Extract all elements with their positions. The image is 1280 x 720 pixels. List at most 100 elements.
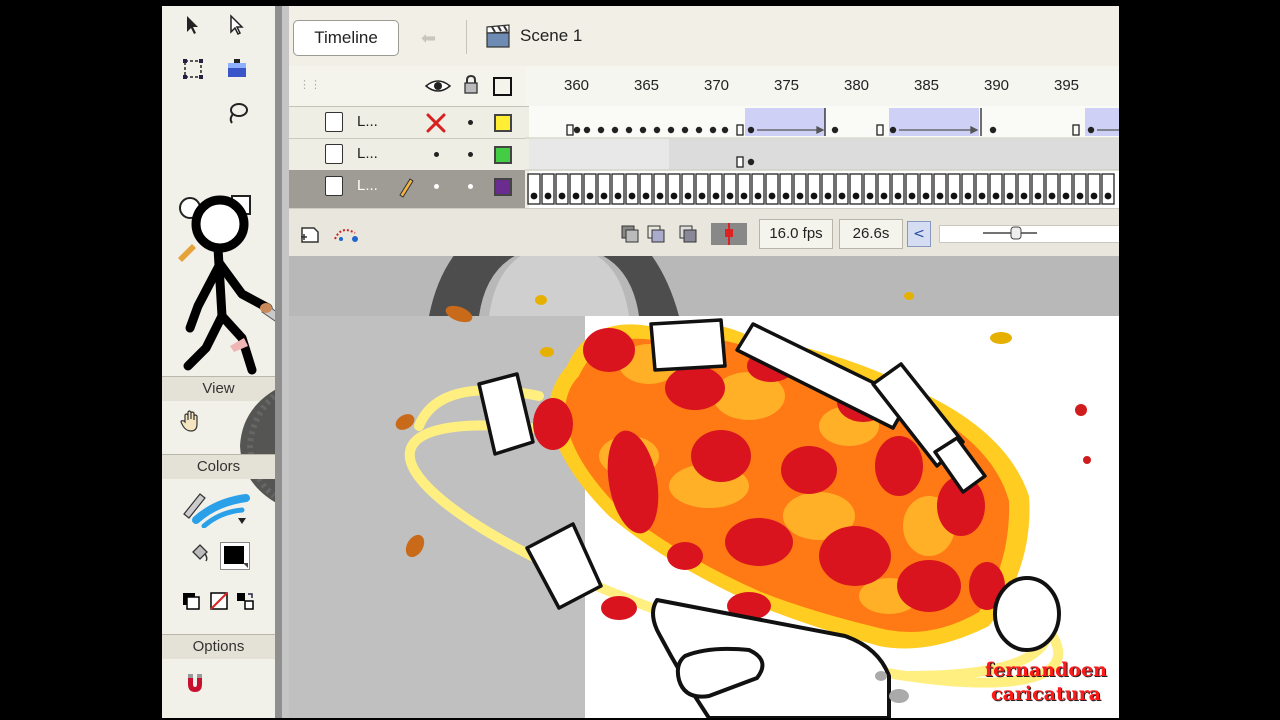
layer-color-swatch[interactable] <box>494 114 512 132</box>
keyframe-dot <box>530 192 538 200</box>
timeline-top-bar: Timeline ⬅ Scene 1 <box>289 6 1119 67</box>
fill-bucket-icon[interactable] <box>186 540 212 566</box>
timeline-tab[interactable]: Timeline <box>293 20 399 56</box>
eye-icon[interactable] <box>424 78 452 98</box>
layer-page-icon <box>325 112 343 132</box>
layer-page-icon <box>325 176 343 196</box>
free-transform-tool-icon[interactable] <box>180 56 206 82</box>
visible-dot[interactable] <box>434 152 439 157</box>
subselection-tool-icon[interactable] <box>224 12 250 38</box>
keyframe-dot <box>614 192 622 200</box>
layer-name[interactable]: L... <box>357 113 378 130</box>
ruler-number: 385 <box>914 77 940 94</box>
gradient-transform-tool-icon[interactable] <box>224 56 250 82</box>
frame-ruler: 360 365 370 375 380 385 390 395 <box>525 66 1119 107</box>
layer-row[interactable]: L... <box>289 138 525 171</box>
explosion-artwork <box>395 292 1091 718</box>
black-white-icon[interactable] <box>178 588 204 614</box>
playhead-marker-icon[interactable] <box>709 221 749 247</box>
watermark-line: fernandoen <box>984 659 1107 681</box>
scene-label[interactable]: Scene 1 <box>520 26 582 46</box>
layer-row[interactable]: L... <box>289 106 525 139</box>
keyframe-dot <box>1076 192 1084 200</box>
ruler-number: 365 <box>634 77 660 94</box>
outline-toggle-icon[interactable] <box>493 77 512 96</box>
layer-row-selected[interactable]: L... <box>289 170 525 209</box>
keyframe-dot <box>922 192 930 200</box>
keyframe-dot <box>992 192 1000 200</box>
lock-dot[interactable] <box>468 120 473 125</box>
keyframe-dot <box>754 192 762 200</box>
back-arrow-icon[interactable]: ⬅ <box>421 28 436 49</box>
keyframe-dot <box>1006 192 1014 200</box>
edit-multiple-frames-icon[interactable] <box>677 223 699 245</box>
lasso-tool-icon[interactable] <box>224 100 250 126</box>
watermark-line: caricatura <box>991 683 1101 705</box>
scene-separator <box>466 20 467 54</box>
keyframe-dot <box>712 192 720 200</box>
stage-canvas[interactable]: fernandoen caricatura <box>289 256 1119 718</box>
hand-tool-icon[interactable] <box>178 408 204 434</box>
stroke-color-control[interactable] <box>176 484 250 529</box>
frames-grid[interactable] <box>525 106 1119 208</box>
keyframe-dot <box>810 192 818 200</box>
layer-color-swatch[interactable] <box>494 178 512 196</box>
keyframe-dot <box>1048 192 1056 200</box>
keyframe-dot <box>684 192 692 200</box>
insert-layer-icon[interactable] <box>299 223 325 245</box>
ruler-number: 375 <box>774 77 800 94</box>
onion-outline-icon[interactable] <box>645 223 667 245</box>
fill-color-swatch[interactable] <box>220 542 250 570</box>
hidden-x-icon[interactable] <box>425 112 447 134</box>
keyframe-dot <box>558 192 566 200</box>
layer-name[interactable]: L... <box>357 145 378 162</box>
pencil-icon <box>399 178 414 198</box>
elapsed-time-display: 26.6s <box>839 219 903 249</box>
lock-dot[interactable] <box>468 184 473 189</box>
keyframe-dot <box>600 192 608 200</box>
panel-divider-inner <box>282 6 289 718</box>
keyframe-dot <box>726 192 734 200</box>
onion-skin-icon[interactable] <box>619 223 641 245</box>
keyframe-dot <box>838 192 846 200</box>
ruler-number: 380 <box>844 77 870 94</box>
keyframe-dot <box>586 192 594 200</box>
zoom-slider[interactable] <box>981 223 1041 243</box>
keyframe-dot <box>656 192 664 200</box>
layer-color-swatch[interactable] <box>494 146 512 164</box>
ruler-number: 390 <box>984 77 1010 94</box>
flash-app-window: View Colors Options Timeline ⬅ Scene 1 ⋮… <box>162 6 1119 718</box>
keyframe-dot <box>866 192 874 200</box>
scroll-left-button[interactable]: < <box>907 221 931 247</box>
keyframe-dot <box>544 192 552 200</box>
frame-rate-display[interactable]: 16.0 fps <box>759 219 833 249</box>
motion-guide-icon[interactable] <box>331 223 361 245</box>
selection-tool-icon[interactable] <box>180 12 206 38</box>
keyframe-dot <box>880 192 888 200</box>
colors-section-label: Colors <box>162 454 275 479</box>
swap-colors-icon[interactable] <box>232 588 258 614</box>
timeline-panel: ⋮⋮ 360 365 370 375 380 385 390 395 L... <box>289 66 1119 209</box>
keyframe-dot <box>894 192 902 200</box>
keyframe-dot <box>740 192 748 200</box>
snap-magnet-icon[interactable] <box>182 670 208 696</box>
keyframe-dot <box>670 192 678 200</box>
keyframe-dot <box>782 192 790 200</box>
options-section-label: Options <box>162 634 275 659</box>
clapperboard-icon <box>485 23 513 53</box>
keyframe-dot <box>796 192 804 200</box>
visible-dot[interactable] <box>434 184 439 189</box>
keyframe-dot <box>1062 192 1070 200</box>
keyframe-dot <box>908 192 916 200</box>
keyframe-dot <box>1090 192 1098 200</box>
keyframe-dot <box>964 192 972 200</box>
ruler-number: 395 <box>1054 77 1080 94</box>
lock-dot[interactable] <box>468 152 473 157</box>
no-color-icon[interactable] <box>206 588 232 614</box>
lock-icon[interactable] <box>463 74 479 99</box>
ruler-number: 370 <box>704 77 730 94</box>
watermark-text: fernandoen caricatura <box>985 658 1107 706</box>
layer-name[interactable]: L... <box>357 177 378 194</box>
keyframe-dot <box>698 192 706 200</box>
keyframe-dot <box>768 192 776 200</box>
